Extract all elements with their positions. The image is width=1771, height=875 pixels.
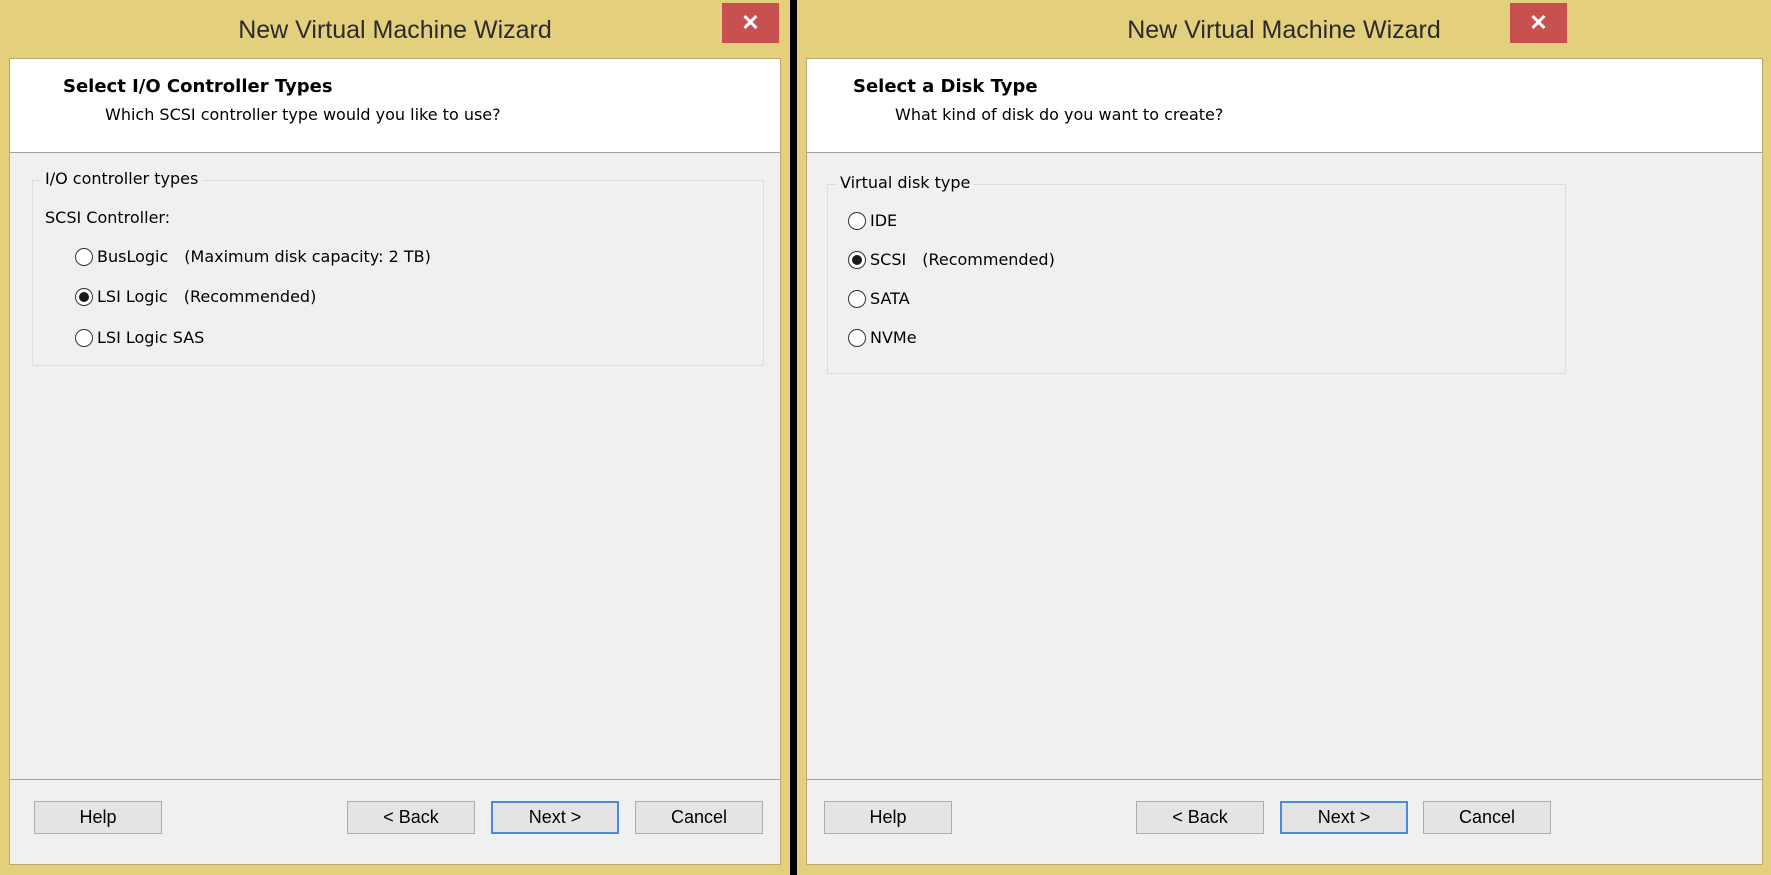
page-title: Select I/O Controller Types [63,76,333,97]
page-subtitle: Which SCSI controller type would you lik… [105,105,501,124]
close-icon: ✕ [1529,10,1548,35]
radio-button-selected-icon[interactable] [75,287,93,306]
back-button[interactable]: < Back [1136,801,1264,834]
next-button[interactable]: Next > [1280,801,1408,834]
option-note: (Recommended) [183,287,317,306]
option-label: IDE [870,211,898,230]
wizard-footer: Help < Back Next > Cancel [10,779,780,864]
title-bar[interactable]: New Virtual Machine Wizard ✕ [0,0,790,60]
next-button[interactable]: Next > [491,801,619,834]
option-label: LSI Logic [97,287,168,306]
radio-button-icon[interactable] [848,328,866,347]
option-label: SATA [870,289,910,308]
wizard-header: Select I/O Controller Types Which SCSI c… [10,59,780,153]
title-bar[interactable]: New Virtual Machine Wizard ✕ [797,0,1771,60]
group-label: I/O controller types [41,169,203,188]
radio-buslogic[interactable]: BusLogic (Maximum disk capacity: 2 TB) [75,247,431,266]
scsi-controller-label: SCSI Controller: [45,208,171,227]
radio-nvme[interactable]: NVMe [848,328,917,347]
option-label: BusLogic [97,247,169,266]
close-icon: ✕ [741,10,760,35]
radio-scsi[interactable]: SCSI (Recommended) [848,250,1055,269]
dialog-body: Select a Disk Type What kind of disk do … [806,58,1763,865]
page-title: Select a Disk Type [853,76,1038,97]
io-controller-types-group: I/O controller types SCSI Controller: Bu… [32,169,764,366]
radio-lsi-logic-sas[interactable]: LSI Logic SAS [75,328,204,347]
close-button[interactable]: ✕ [722,3,779,43]
radio-lsi-logic[interactable]: LSI Logic (Recommended) [75,287,316,306]
cancel-button[interactable]: Cancel [635,801,763,834]
dialog-body: Select I/O Controller Types Which SCSI c… [9,58,781,865]
option-label: SCSI [870,250,907,269]
radio-button-icon[interactable] [75,247,93,266]
wizard-footer: Help < Back Next > Cancel [807,779,1762,864]
option-label: NVMe [870,328,917,347]
cancel-button[interactable]: Cancel [1423,801,1551,834]
option-note: (Maximum disk capacity: 2 TB) [184,247,431,266]
help-button[interactable]: Help [34,801,162,834]
option-label: LSI Logic SAS [97,328,205,347]
window-title: New Virtual Machine Wizard [238,16,552,44]
option-note: (Recommended) [922,250,1055,269]
radio-button-icon[interactable] [848,211,866,230]
virtual-disk-type-group: Virtual disk type IDE SCSI (Recommended)… [827,173,1566,374]
radio-ide[interactable]: IDE [848,211,897,230]
disk-type-wizard-window: New Virtual Machine Wizard ✕ Select a Di… [797,0,1771,875]
page-subtitle: What kind of disk do you want to create? [895,105,1224,124]
radio-button-icon[interactable] [848,289,866,308]
group-label: Virtual disk type [836,173,975,192]
wizard-header: Select a Disk Type What kind of disk do … [807,59,1762,153]
help-button[interactable]: Help [824,801,952,834]
window-title: New Virtual Machine Wizard [1127,16,1441,44]
radio-button-icon[interactable] [75,328,93,347]
radio-button-selected-icon[interactable] [848,250,866,269]
io-controller-wizard-window: New Virtual Machine Wizard ✕ Select I/O … [0,0,790,875]
back-button[interactable]: < Back [347,801,475,834]
close-button[interactable]: ✕ [1510,3,1567,43]
radio-sata[interactable]: SATA [848,289,910,308]
